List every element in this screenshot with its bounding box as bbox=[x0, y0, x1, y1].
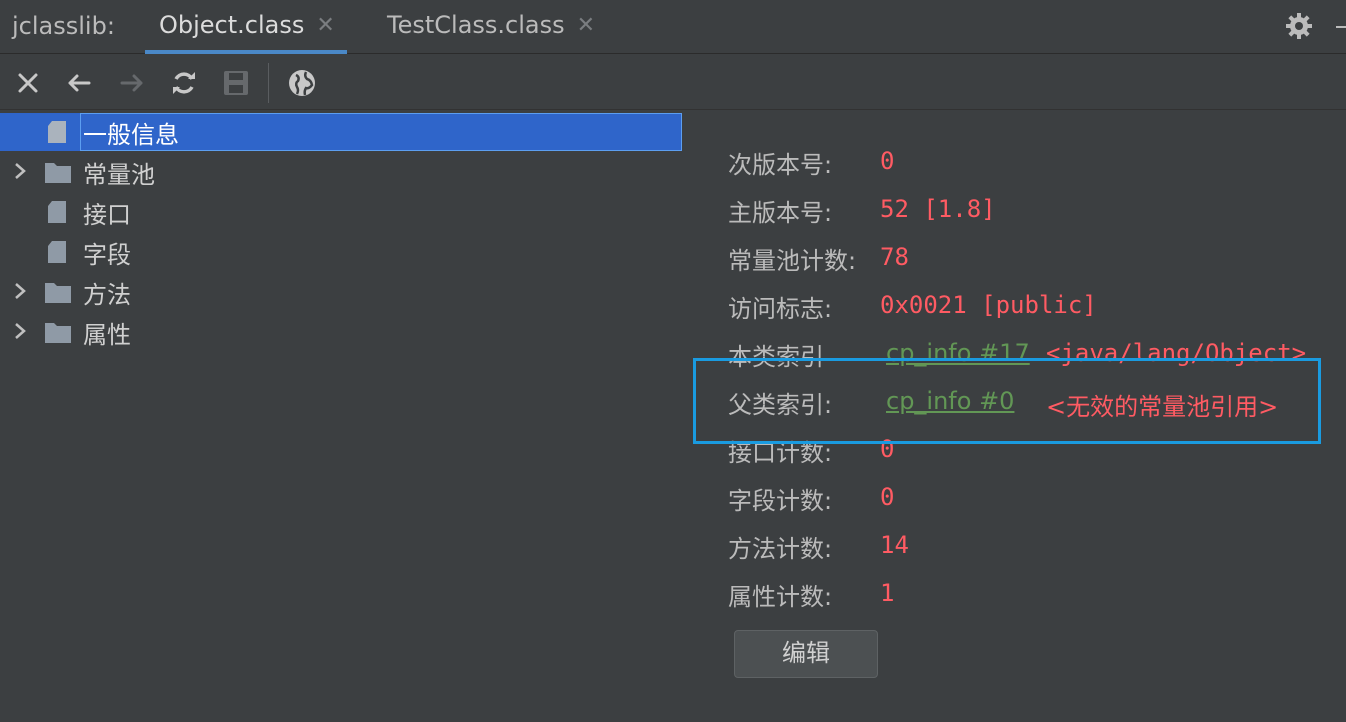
tree-item-fields[interactable]: 字段 bbox=[0, 231, 684, 271]
chevron-right-icon[interactable] bbox=[10, 279, 30, 303]
tab-label: Object.class bbox=[159, 11, 305, 39]
invalid-reference-text: <无效的常量池引用> bbox=[1046, 393, 1279, 421]
field-value: 0 bbox=[880, 435, 895, 463]
file-icon bbox=[48, 201, 66, 223]
super-class-row: 父类索引: cp_info #0 <无效的常量池引用> bbox=[728, 385, 1346, 421]
field-value: 52 [1.8] bbox=[880, 195, 996, 223]
tree-item-label: 常量池 bbox=[83, 161, 155, 189]
field-value: 78 bbox=[880, 243, 909, 271]
major-version-row: 主版本号: 52 [1.8] bbox=[728, 193, 1346, 229]
tree-item-attributes[interactable]: 属性 bbox=[0, 311, 684, 351]
toolbar-separator bbox=[268, 63, 269, 103]
tree-item-label: 接口 bbox=[83, 201, 131, 229]
field-value: 14 bbox=[880, 531, 909, 559]
tree-item-label: 方法 bbox=[83, 281, 131, 309]
access-flags-row: 访问标志: 0x0021 [public] bbox=[728, 289, 1346, 325]
close-icon[interactable]: ✕ bbox=[577, 13, 595, 38]
forward-arrow-icon[interactable] bbox=[116, 67, 148, 99]
field-label: 常量池计数: bbox=[728, 247, 857, 275]
tab-bar: jclasslib: Object.class ✕ TestClass.clas… bbox=[0, 0, 1346, 54]
cp-info-link[interactable]: cp_info #0 bbox=[886, 387, 1014, 415]
tree-item-general-info[interactable]: 一般信息 bbox=[0, 111, 684, 151]
tree-item-constant-pool[interactable]: 常量池 bbox=[0, 151, 684, 191]
tree-item-label: 一般信息 bbox=[83, 121, 179, 149]
folder-icon bbox=[45, 323, 71, 343]
constant-pool-count-row: 常量池计数: 78 bbox=[728, 241, 1346, 277]
chevron-right-icon[interactable] bbox=[10, 159, 30, 183]
edit-button[interactable]: 编辑 bbox=[734, 630, 878, 678]
field-label: 接口计数: bbox=[728, 439, 833, 467]
attributes-count-row: 属性计数: 1 bbox=[728, 577, 1346, 613]
field-value: 0 bbox=[880, 147, 895, 175]
close-icon[interactable]: ✕ bbox=[316, 13, 334, 38]
file-icon bbox=[48, 121, 66, 143]
field-label: 字段计数: bbox=[728, 487, 833, 515]
minimize-icon[interactable] bbox=[1336, 26, 1346, 28]
fields-count-row: 字段计数: 0 bbox=[728, 481, 1346, 517]
globe-icon[interactable] bbox=[286, 67, 318, 99]
field-value: 0 bbox=[880, 483, 895, 511]
tab-testclass-class[interactable]: TestClass.class ✕ bbox=[373, 0, 607, 54]
cp-info-link[interactable]: cp_info #17 bbox=[886, 339, 1030, 367]
save-icon[interactable] bbox=[220, 67, 252, 99]
gear-icon[interactable] bbox=[1284, 11, 1314, 41]
field-value: 0x0021 [public] bbox=[880, 291, 1097, 319]
tree-item-methods[interactable]: 方法 bbox=[0, 271, 684, 311]
tree-item-label: 字段 bbox=[83, 241, 131, 269]
interfaces-count-row: 接口计数: 0 bbox=[728, 433, 1346, 469]
folder-icon bbox=[45, 283, 71, 303]
field-value: 1 bbox=[880, 579, 895, 607]
tab-label: TestClass.class bbox=[387, 11, 565, 39]
field-label: 次版本号: bbox=[728, 151, 833, 179]
file-icon bbox=[48, 241, 66, 263]
toolbar bbox=[0, 55, 1346, 110]
resolved-class-name: <java/lang/Object> bbox=[1046, 339, 1307, 367]
field-label: 本类索引 bbox=[728, 343, 824, 371]
tab-object-class[interactable]: Object.class ✕ bbox=[145, 0, 347, 54]
minor-version-row: 次版本号: 0 bbox=[728, 145, 1346, 181]
tree-item-interfaces[interactable]: 接口 bbox=[0, 191, 684, 231]
this-class-row: 本类索引 cp_info #17 <java/lang/Object> bbox=[728, 337, 1346, 373]
field-label: 主版本号: bbox=[728, 199, 833, 227]
field-label: 访问标志: bbox=[728, 295, 833, 323]
tree-item-label: 属性 bbox=[83, 321, 131, 349]
folder-icon bbox=[45, 163, 71, 183]
field-label: 方法计数: bbox=[728, 535, 833, 563]
methods-count-row: 方法计数: 14 bbox=[728, 529, 1346, 565]
back-arrow-icon[interactable] bbox=[63, 67, 95, 99]
app-prefix: jclasslib: bbox=[12, 12, 115, 40]
field-label: 属性计数: bbox=[728, 583, 833, 611]
structure-tree: 一般信息 常量池 接口 字段 方法 属性 bbox=[0, 111, 684, 722]
field-label: 父类索引: bbox=[728, 391, 833, 419]
chevron-right-icon[interactable] bbox=[10, 319, 30, 343]
close-icon[interactable] bbox=[12, 67, 44, 99]
refresh-icon[interactable] bbox=[168, 67, 200, 99]
